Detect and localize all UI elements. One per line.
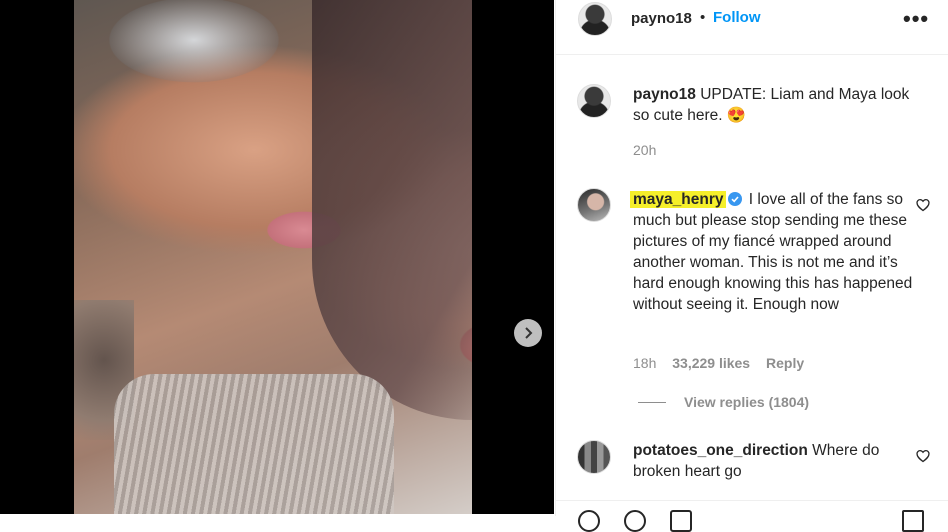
caption-meta: 20h (633, 142, 668, 158)
like-icon[interactable] (578, 510, 600, 532)
header-separator: • (700, 9, 706, 26)
comment: potatoes_one_direction Where do broken h… (633, 440, 913, 482)
caption-avatar[interactable] (577, 84, 611, 118)
reply-button[interactable]: Reply (766, 355, 804, 371)
comment-avatar[interactable] (577, 188, 611, 222)
next-image-button[interactable] (514, 319, 542, 347)
heart-icon[interactable] (916, 449, 930, 463)
post-media (0, 0, 554, 514)
heart-icon[interactable] (916, 198, 930, 212)
post-header: payno18 • Follow ••• (556, 0, 948, 55)
comment-meta: 18h 33,229 likes Reply (633, 355, 816, 371)
view-replies-label: View replies (1804) (684, 394, 810, 410)
chevron-right-icon (525, 327, 533, 339)
verified-badge-icon (728, 192, 743, 206)
comment-icon[interactable] (624, 510, 646, 532)
photo-detail (114, 374, 394, 514)
divider-line (638, 401, 666, 403)
post-side-panel: payno18 • Follow ••• payno18 UPDATE: Lia… (555, 0, 948, 532)
share-icon[interactable] (670, 510, 692, 532)
comment-likes[interactable]: 33,229 likes (672, 355, 750, 371)
comment-username[interactable]: maya_henry (630, 191, 727, 208)
action-bar (556, 500, 948, 532)
author-username[interactable]: payno18 (631, 10, 692, 27)
comment-time[interactable]: 18h (633, 355, 656, 371)
comment-text: I love all of the fans so much but pleas… (633, 191, 913, 313)
photo-detail (312, 0, 472, 420)
comment-avatar[interactable] (577, 440, 611, 474)
caption-username[interactable]: payno18 (633, 86, 696, 103)
comment: maya_henry I love all of the fans so muc… (630, 189, 913, 315)
view-replies-button[interactable]: View replies (1804) (638, 394, 809, 410)
more-options-icon[interactable]: ••• (903, 6, 929, 32)
comment-username[interactable]: potatoes_one_direction (633, 442, 808, 459)
post-photo (74, 0, 472, 514)
caption-time[interactable]: 20h (633, 142, 656, 158)
caption: payno18 UPDATE: Liam and Maya look so cu… (633, 84, 913, 126)
save-icon[interactable] (902, 510, 924, 532)
follow-button[interactable]: Follow (713, 9, 761, 26)
author-avatar[interactable] (578, 2, 612, 36)
